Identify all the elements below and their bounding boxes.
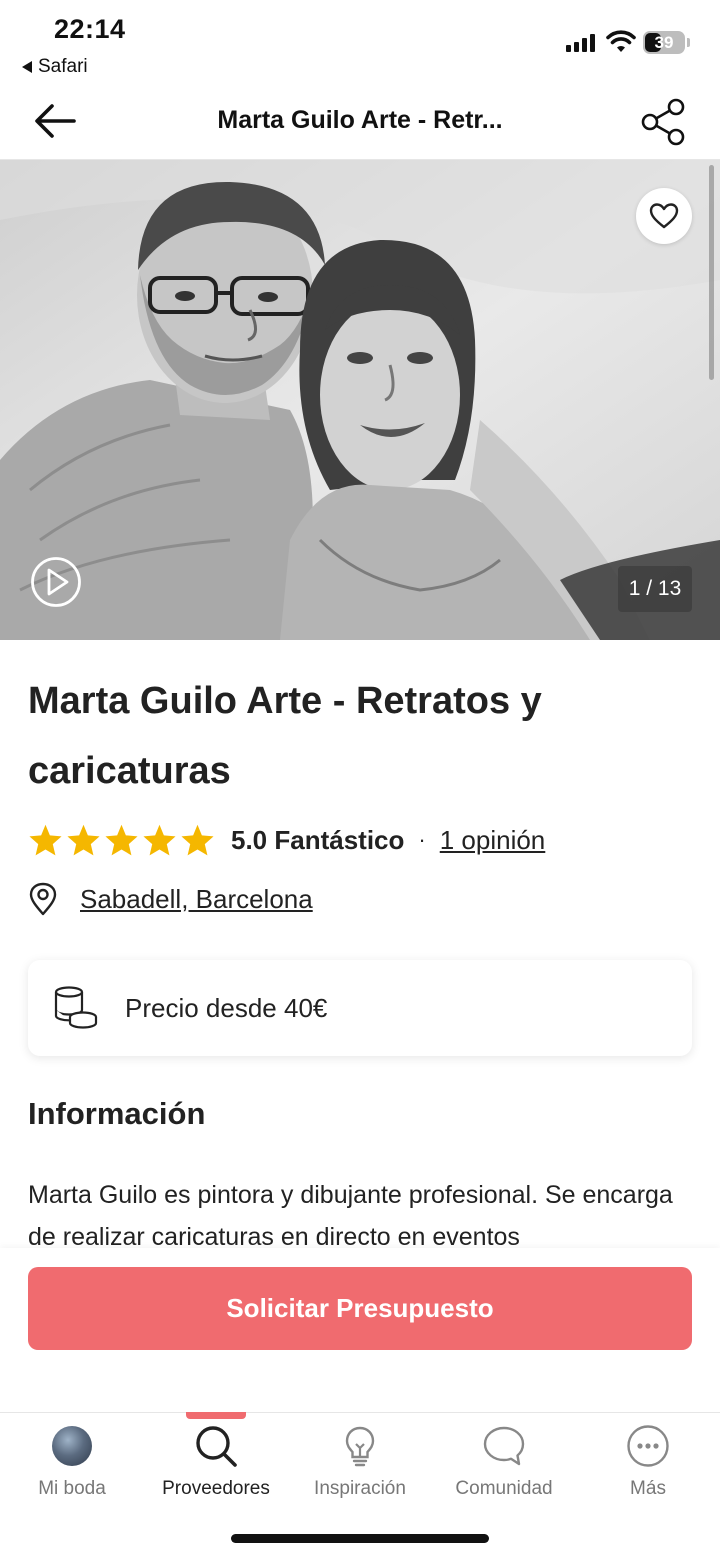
battery-tip [687, 38, 690, 47]
avatar [52, 1426, 92, 1466]
info-description: Marta Guilo es pintora y dibujante profe… [28, 1181, 673, 1248]
tab-proveedores[interactable]: Proveedores [144, 1424, 288, 1500]
rating-row: 5.0 Fantástico · 1 opinión [28, 818, 545, 862]
rating-text: 5.0 Fantástico [231, 824, 405, 855]
portrait-drawing [0, 160, 720, 640]
rating-stars [28, 823, 215, 857]
star-icon [29, 824, 62, 856]
back-button[interactable] [30, 96, 82, 146]
price-label: Precio desde 40€ [125, 992, 328, 1023]
star-icon [67, 824, 100, 856]
back-app-label: Safari [38, 56, 88, 77]
tab-label: Inspiración [314, 1478, 406, 1499]
scroll-indicator [709, 165, 714, 380]
favorite-button[interactable] [636, 188, 692, 244]
page-title: Marta Guilo Arte - Retr... [217, 106, 503, 134]
back-triangle-icon [22, 61, 32, 73]
play-icon [31, 557, 81, 607]
separator-dot: · [418, 827, 426, 852]
reviews-link[interactable]: 1 opinión [440, 825, 546, 856]
price-card: Precio desde 40€ [28, 960, 692, 1056]
info-heading: Información [28, 1096, 206, 1131]
tab-label: Proveedores [162, 1478, 270, 1499]
play-video-button[interactable] [30, 556, 82, 608]
tab-label: Más [630, 1478, 666, 1499]
star-icon [105, 824, 138, 856]
star-icon [181, 824, 214, 856]
tab-mas[interactable]: Más [576, 1424, 720, 1500]
search-icon [196, 1426, 237, 1467]
tab-mi-boda[interactable]: Mi boda [0, 1424, 144, 1500]
tab-inspiracion[interactable]: Inspiración [288, 1424, 432, 1500]
location-link[interactable]: Sabadell, Barcelona [80, 884, 313, 915]
wifi-icon [606, 30, 636, 59]
tab-label: Mi boda [38, 1478, 106, 1499]
gallery-image[interactable] [0, 160, 720, 640]
location-pin-icon [29, 882, 57, 916]
battery-level: 39 [654, 33, 674, 52]
request-quote-button[interactable]: Solicitar Presupuesto [28, 1267, 692, 1350]
back-to-safari[interactable]: Safari [22, 56, 88, 78]
heart-icon [649, 203, 679, 229]
gallery-counter: 1 / 13 [618, 566, 692, 612]
share-icon [641, 98, 685, 146]
more-icon [627, 1425, 669, 1467]
vendor-name: Marta Guilo Arte - Retratos y caricatura… [28, 680, 542, 792]
active-tab-indicator [186, 1412, 246, 1419]
chat-bubble-icon [483, 1426, 525, 1466]
arrow-left-icon [35, 104, 76, 138]
battery-icon: 39 [643, 31, 685, 54]
coins-icon [54, 986, 98, 1029]
tab-comunidad[interactable]: Comunidad [432, 1424, 576, 1500]
star-icon [143, 824, 176, 856]
signal-icon [566, 34, 595, 52]
status-time: 22:14 [54, 14, 126, 44]
home-indicator [231, 1534, 489, 1543]
lightbulb-icon [345, 1426, 375, 1467]
tab-label: Comunidad [455, 1478, 553, 1499]
share-button[interactable] [638, 96, 690, 148]
location-row: Sabadell, Barcelona [28, 882, 313, 916]
